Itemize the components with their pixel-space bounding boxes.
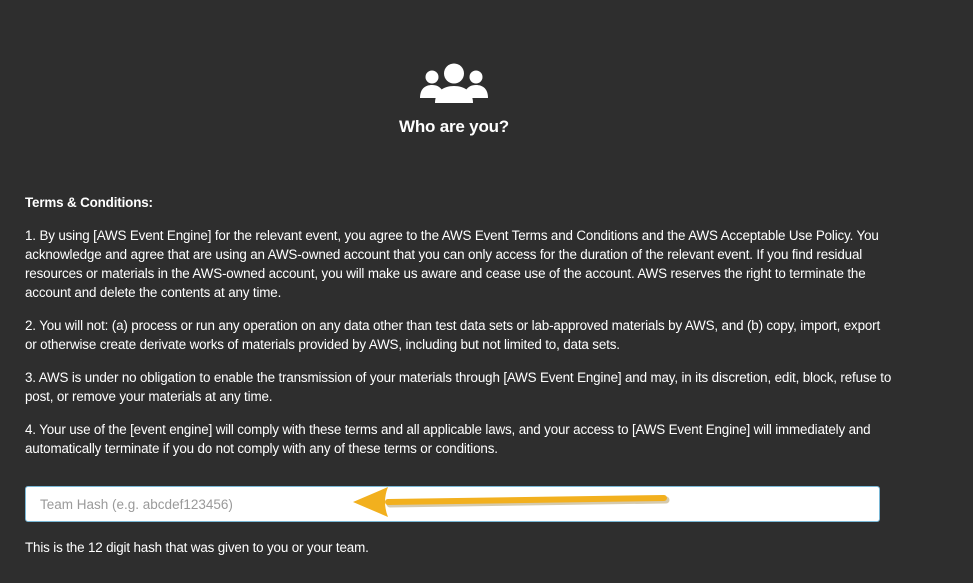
terms-paragraph-1: 1. By using [AWS Event Engine] for the r… xyxy=(25,228,879,300)
users-group-icon xyxy=(420,63,488,103)
terms-paragraph-2: 2. You will not: (a) process or run any … xyxy=(25,318,881,352)
terms-heading: Terms & Conditions: xyxy=(25,195,153,210)
terms-section: Terms & Conditions: 1. By using [AWS Eve… xyxy=(25,193,895,472)
terms-paragraph-4: 4. Your use of the [event engine] will c… xyxy=(25,422,871,456)
terms-paragraph-3: 3. AWS is under no obligation to enable … xyxy=(25,370,892,404)
team-hash-input[interactable] xyxy=(25,486,880,522)
page-title: Who are you? xyxy=(399,117,509,136)
team-hash-hint: This is the 12 digit hash that was given… xyxy=(25,540,369,555)
